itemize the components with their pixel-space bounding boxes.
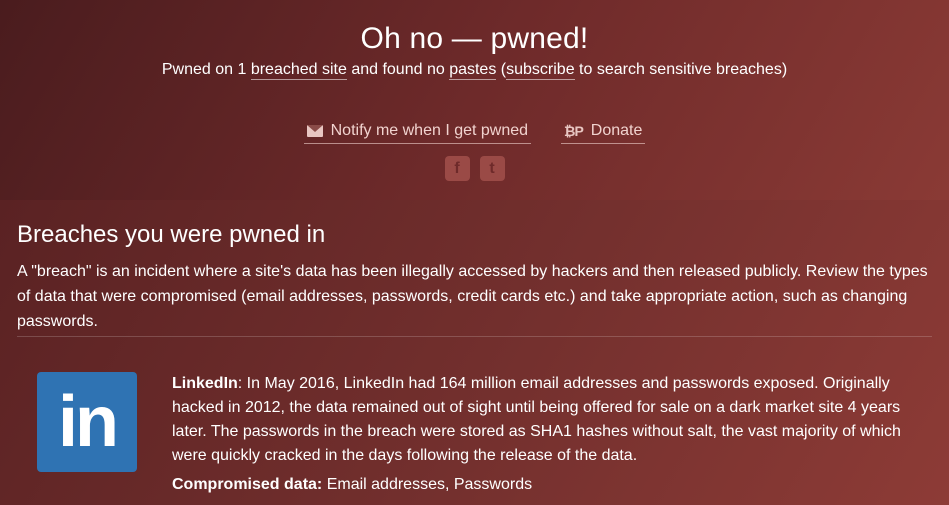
subscribe-link[interactable]: subscribe [506,61,575,80]
envelope-icon [306,125,323,137]
pastes-link[interactable]: pastes [449,61,497,80]
action-links: Notify me when I get pwned ₿P Donate [0,122,949,144]
breaches-section: Breaches you were pwned in A "breach" is… [0,200,949,505]
compromised-data: Compromised data: Email addresses, Passw… [172,476,532,494]
compromised-value: Email addresses, Passwords [322,476,533,493]
notify-me-label: Notify me when I get pwned [330,122,529,139]
summary-text: and found no [346,61,450,78]
breach-details: : In May 2016, LinkedIn had 164 million … [172,375,901,464]
bitcoin-paypal-icon: ₿P [564,123,584,139]
donate-label: Donate [590,122,643,139]
donate-link[interactable]: ₿P Donate [561,122,646,144]
pwned-header: Oh no — pwned! Pwned on 1 breached site … [0,0,949,200]
breaches-description: A "breach" is an incident where a site's… [17,263,928,330]
notify-me-link[interactable]: Notify me when I get pwned [303,122,532,144]
summary-text: Pwned on 1 [161,61,251,78]
twitter-icon[interactable]: t [479,156,505,181]
summary-text: ( [496,61,507,78]
facebook-icon[interactable]: f [444,156,470,181]
compromised-label: Compromised data: [172,476,323,493]
social-share: f t [0,156,949,181]
page-title: Oh no — pwned! [360,22,589,55]
pwned-summary: Pwned on 1 breached site and found no pa… [0,61,949,80]
breach-description: LinkedIn: In May 2016, LinkedIn had 164 … [172,372,937,468]
breaches-heading: Breaches you were pwned in [17,221,326,248]
linkedin-logo: in [37,372,137,472]
divider [17,336,932,337]
summary-text: to search sensitive breaches) [574,61,788,78]
breached-site-link[interactable]: breached site [250,61,347,80]
breach-name: LinkedIn [172,375,238,392]
